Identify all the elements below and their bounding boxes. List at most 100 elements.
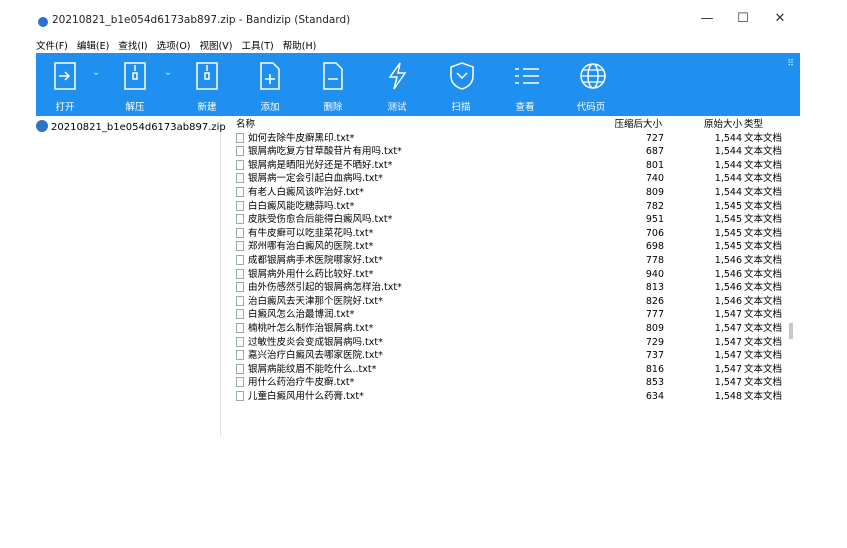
close-button[interactable]: ✕ — [765, 8, 795, 30]
zip-archive-icon — [36, 120, 48, 132]
compressed-size-cell: 687 — [645, 146, 664, 158]
table-row[interactable]: 银屑病吃复方甘草酸苷片有用吗.txt* 687 1,544 文本文档 — [232, 145, 792, 159]
add-file-icon — [260, 62, 280, 90]
table-row[interactable]: 白癜风怎么治最博润.txt* 777 1,547 文本文档 — [232, 308, 792, 322]
column-header-original[interactable]: 原始大小 — [704, 118, 742, 132]
file-name: 有老人白癜风该咋治好.txt* — [248, 186, 364, 198]
menu-find[interactable]: 查找(I) — [118, 41, 147, 52]
table-row[interactable]: 银屑病一定会引起白血病吗.txt* 740 1,544 文本文档 — [232, 172, 792, 186]
file-name-cell: 过敏性皮炎会变成银屑病吗.txt* — [236, 336, 383, 350]
menu-file[interactable]: 文件(F) — [36, 41, 68, 52]
table-row[interactable]: 白白癜风能吃糖蒜吗.txt* 782 1,545 文本文档 — [232, 200, 792, 214]
text-file-icon — [236, 336, 244, 347]
original-size-cell: 1,546 — [714, 268, 742, 280]
file-type-cell: 文本文档 — [744, 322, 783, 334]
toolbar-view-button[interactable]: 查看 — [496, 53, 554, 116]
file-name: 过敏性皮炎会变成银屑病吗.txt* — [248, 336, 383, 348]
test-icon — [388, 62, 407, 90]
file-name-cell: 银屑病外用什么药比较好.txt* — [236, 268, 373, 282]
maximize-button[interactable]: ☐ — [728, 8, 758, 30]
file-name-cell: 用什么药治疗牛皮癣.txt* — [236, 376, 354, 390]
file-name: 郑州哪有治白癜风的医院.txt* — [248, 241, 374, 253]
extract-dropdown-chevron-icon[interactable]: ⌄ — [164, 67, 172, 78]
menu-edit[interactable]: 编辑(E) — [77, 41, 109, 52]
file-type-cell: 文本文档 — [744, 254, 783, 266]
table-row[interactable]: 过敏性皮炎会变成银屑病吗.txt* 729 1,547 文本文档 — [232, 336, 792, 350]
extract-icon — [124, 62, 146, 90]
toolbar-new-button[interactable]: 新建 — [178, 53, 236, 116]
original-size-cell: 1,544 — [714, 146, 742, 158]
tree-item-archive[interactable]: 20210821_b1e054d6173ab897.zip — [36, 120, 226, 134]
toolbar-scan-button[interactable]: 扫描 — [432, 53, 490, 116]
delete-file-icon — [323, 62, 343, 90]
column-header-compressed[interactable]: 压缩后大小 — [614, 118, 662, 132]
file-type-cell: 文本文档 — [744, 132, 783, 144]
file-name: 由外伤感然引起的银屑病怎样治.txt* — [248, 282, 402, 294]
original-size-cell: 1,547 — [714, 377, 742, 389]
menu-tools[interactable]: 工具(T) — [242, 41, 274, 52]
text-file-icon — [236, 159, 244, 170]
toolbar-open-button[interactable]: 打开 — [36, 53, 94, 116]
original-size-cell: 1,546 — [714, 254, 742, 266]
toolbar-layout-icon[interactable]: ⠿ — [787, 59, 794, 69]
column-header-name[interactable]: 名称 — [236, 118, 255, 132]
compressed-size-cell: 778 — [645, 254, 664, 266]
menu-options[interactable]: 选项(O) — [157, 41, 191, 52]
toolbar-add-button[interactable]: 添加 — [241, 53, 299, 116]
table-row[interactable]: 嘉兴治疗白癜风去哪家医院.txt* 737 1,547 文本文档 — [232, 349, 792, 363]
original-size-cell: 1,544 — [714, 173, 742, 185]
file-type-cell: 文本文档 — [744, 146, 783, 158]
table-row[interactable]: 有老人白癜风该咋治好.txt* 809 1,544 文本文档 — [232, 186, 792, 200]
table-row[interactable]: 楠桃叶怎么制作治银屑病.txt* 809 1,547 文本文档 — [232, 322, 792, 336]
file-name-cell: 成都银屑病手术医院哪家好.txt* — [236, 254, 383, 268]
minimize-button[interactable]: — — [692, 8, 722, 30]
compressed-size-cell: 801 — [645, 159, 664, 171]
table-row[interactable]: 儿童白癜风用什么药膏.txt* 634 1,548 文本文档 — [232, 390, 792, 404]
file-name-cell: 白白癜风能吃糖蒜吗.txt* — [236, 200, 354, 214]
table-row[interactable]: 银屑病外用什么药比较好.txt* 940 1,546 文本文档 — [232, 268, 792, 282]
toolbar-codepage-button[interactable]: 代码页 — [562, 53, 620, 116]
original-size-cell: 1,548 — [714, 390, 742, 402]
file-name-cell: 有牛皮癣可以吃韭菜花吗.txt* — [236, 227, 373, 241]
file-type-cell: 文本文档 — [744, 295, 783, 307]
new-archive-icon — [196, 62, 218, 90]
table-row[interactable]: 成都银屑病手术医院哪家好.txt* 778 1,546 文本文档 — [232, 254, 792, 268]
file-type-cell: 文本文档 — [744, 309, 783, 321]
toolbar: 打开 ⌄ 解压 ⌄ 新建 添加 删除 测试 扫描 查看 代码页 ⠿ — [36, 53, 800, 116]
view-icon — [515, 68, 539, 84]
menu-help[interactable]: 帮助(H) — [283, 41, 317, 52]
text-file-icon — [236, 173, 244, 184]
file-name-cell: 有老人白癜风该咋治好.txt* — [236, 186, 364, 200]
file-type-cell: 文本文档 — [744, 336, 783, 348]
table-row[interactable]: 用什么药治疗牛皮癣.txt* 853 1,547 文本文档 — [232, 376, 792, 390]
toolbar-delete-button[interactable]: 删除 — [304, 53, 362, 116]
compressed-size-cell: 698 — [645, 241, 664, 253]
vertical-scrollbar[interactable] — [789, 118, 793, 438]
text-file-icon — [236, 309, 244, 320]
text-file-icon — [236, 146, 244, 157]
table-row[interactable]: 银屑病能纹眉不能吃什么..txt* 816 1,547 文本文档 — [232, 363, 792, 377]
toolbar-view-label: 查看 — [515, 102, 535, 113]
compressed-size-cell: 951 — [645, 214, 664, 226]
file-type-cell: 文本文档 — [744, 268, 783, 280]
original-size-cell: 1,547 — [714, 336, 742, 348]
table-row[interactable]: 由外伤感然引起的银屑病怎样治.txt* 813 1,546 文本文档 — [232, 281, 792, 295]
table-row[interactable]: 有牛皮癣可以吃韭菜花吗.txt* 706 1,545 文本文档 — [232, 227, 792, 241]
menu-view[interactable]: 视图(V) — [200, 41, 233, 52]
column-header-type[interactable]: 类型 — [744, 118, 763, 132]
scrollbar-thumb[interactable] — [789, 323, 793, 339]
table-row[interactable]: 郑州哪有治白癜风的医院.txt* 698 1,545 文本文档 — [232, 240, 792, 254]
table-row[interactable]: 银屑病是晒阳光好还是不晒好.txt* 801 1,544 文本文档 — [232, 159, 792, 173]
table-row[interactable]: 治白癜风去天津那个医院好.txt* 826 1,546 文本文档 — [232, 295, 792, 309]
table-row[interactable]: 皮肤受伤愈合后能得白癜风吗.txt* 951 1,545 文本文档 — [232, 213, 792, 227]
table-row[interactable]: 如何去除牛皮癣黑印.txt* 727 1,544 文本文档 — [232, 132, 792, 146]
file-name-cell: 郑州哪有治白癜风的医院.txt* — [236, 240, 373, 254]
text-file-icon — [236, 377, 244, 388]
toolbar-test-button[interactable]: 测试 — [368, 53, 426, 116]
original-size-cell: 1,547 — [714, 363, 742, 375]
toolbar-extract-button[interactable]: 解压 — [106, 53, 164, 116]
open-dropdown-chevron-icon[interactable]: ⌄ — [92, 67, 100, 78]
folder-tree: 20210821_b1e054d6173ab897.zip — [36, 117, 226, 437]
original-size-cell: 1,547 — [714, 309, 742, 321]
text-file-icon — [236, 350, 244, 361]
